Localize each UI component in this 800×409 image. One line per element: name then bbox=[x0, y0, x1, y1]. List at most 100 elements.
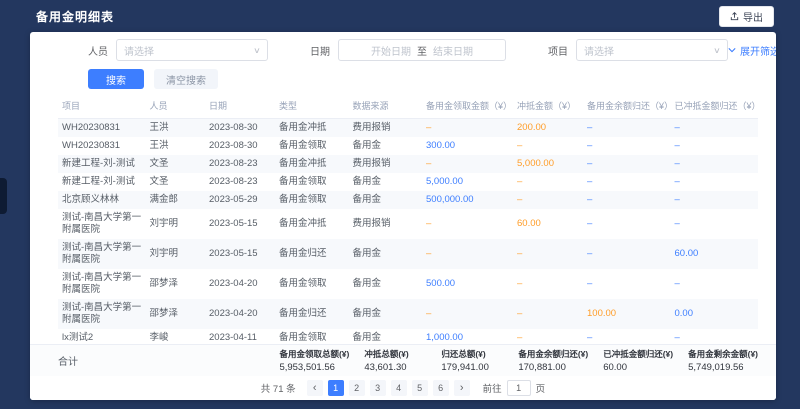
amount-cell: – bbox=[671, 269, 759, 299]
table-row[interactable]: 北京顾义林林满金郎2023-05-29备用金领取备用金500,000.00––– bbox=[58, 191, 758, 209]
cell: 费用报销 bbox=[349, 209, 423, 239]
table-row[interactable]: 测试-南昌大学第一附属医院刘宇明2023-05-15备用金归还备用金–––60.… bbox=[58, 239, 758, 269]
goto-page-input[interactable] bbox=[507, 380, 531, 396]
cell: 2023-04-20 bbox=[205, 299, 275, 329]
date-range-picker[interactable]: 开始日期 至 结束日期 bbox=[338, 39, 506, 61]
export-label: 导出 bbox=[743, 9, 763, 24]
page-button[interactable]: 4 bbox=[391, 380, 407, 396]
goto-page-suffix: 页 bbox=[536, 381, 546, 395]
amount-cell: – bbox=[583, 269, 671, 299]
amount-cell: – bbox=[671, 209, 759, 239]
column-header: 冲抵金额（¥） bbox=[513, 94, 583, 119]
data-table: 项目人员日期类型数据来源备用金领取金额（¥）冲抵金额（¥）备用金余额归还（¥）已… bbox=[58, 94, 758, 344]
amount-cell: – bbox=[583, 119, 671, 138]
page-button[interactable]: 5 bbox=[412, 380, 428, 396]
page-button[interactable]: 3 bbox=[370, 380, 386, 396]
person-select[interactable]: 请选择 ∨ bbox=[116, 39, 268, 61]
cell: 备用金冲抵 bbox=[275, 119, 349, 138]
project-select[interactable]: 请选择 ∨ bbox=[576, 39, 728, 61]
cell: 备用金 bbox=[349, 137, 423, 155]
project-filter-label: 项目 bbox=[548, 43, 568, 58]
date-separator: 至 bbox=[417, 43, 427, 58]
amount-cell: 300.00 bbox=[422, 137, 513, 155]
cell: 刘宇明 bbox=[146, 209, 206, 239]
clear-search-button[interactable]: 清空搜索 bbox=[154, 69, 218, 89]
cell: 2023-08-23 bbox=[205, 155, 275, 173]
filter-actions-row: 搜索 清空搜索 bbox=[88, 69, 760, 89]
table-row[interactable]: WH20230831王洪2023-08-30备用金冲抵费用报销–200.00–– bbox=[58, 119, 758, 138]
chevron-down-icon: ∨ bbox=[253, 46, 261, 55]
amount-cell: – bbox=[671, 329, 759, 344]
date-filter-label: 日期 bbox=[310, 43, 330, 58]
summary-items: 备用金领取总额(¥)5,953,501.56冲抵总额(¥)43,601.30归还… bbox=[279, 348, 758, 373]
table-body: WH20230831王洪2023-08-30备用金冲抵费用报销–200.00––… bbox=[58, 119, 758, 345]
project-filter: 项目 请选择 ∨ bbox=[548, 39, 728, 61]
filter-panel: 人员 请选择 ∨ 日期 开始日期 至 结束日期 项目 请选择 ∨ bbox=[30, 32, 776, 89]
table-row[interactable]: 测试-南昌大学第一附属医院邵梦泽2023-04-20备用金归还备用金––100.… bbox=[58, 299, 758, 329]
amount-cell: – bbox=[422, 209, 513, 239]
amount-cell: 1,000.00 bbox=[422, 329, 513, 344]
cell: 备用金 bbox=[349, 173, 423, 191]
cell: 备用金 bbox=[349, 299, 423, 329]
amount-cell: 500,000.00 bbox=[422, 191, 513, 209]
date-end-placeholder: 结束日期 bbox=[433, 43, 473, 58]
cell: lx测试2 bbox=[58, 329, 146, 344]
amount-cell: – bbox=[583, 173, 671, 191]
summary-item-value: 5,749,019.56 bbox=[688, 362, 758, 373]
summary-item: 备用金领取总额(¥) 5,953,501.56 bbox=[279, 348, 349, 373]
person-filter: 人员 请选择 ∨ bbox=[88, 39, 268, 61]
summary-item-value: 60.00 bbox=[603, 362, 673, 373]
expand-filters-label: 展开筛选 bbox=[740, 43, 776, 58]
table-row[interactable]: 测试-南昌大学第一附属医院刘宇明2023-05-15备用金冲抵费用报销–60.0… bbox=[58, 209, 758, 239]
prev-page-button[interactable]: ‹ bbox=[307, 380, 323, 396]
cell: 备用金 bbox=[349, 329, 423, 344]
project-select-placeholder: 请选择 bbox=[584, 43, 614, 58]
amount-cell: 60.00 bbox=[513, 209, 583, 239]
chevron-down-icon: ∨ bbox=[713, 46, 721, 55]
summary-item-label: 备用金领取总额(¥) bbox=[279, 348, 349, 360]
expand-filters-link[interactable]: 展开筛选 bbox=[728, 43, 776, 58]
amount-cell: – bbox=[671, 173, 759, 191]
filter-row: 人员 请选择 ∨ 日期 开始日期 至 结束日期 项目 请选择 ∨ bbox=[88, 39, 760, 61]
table-header-row: 项目人员日期类型数据来源备用金领取金额（¥）冲抵金额（¥）备用金余额归还（¥）已… bbox=[58, 94, 758, 119]
amount-cell: – bbox=[671, 137, 759, 155]
amount-cell: 60.00 bbox=[671, 239, 759, 269]
amount-cell: – bbox=[513, 299, 583, 329]
summary-item: 备用金余额归还(¥)170,881.00 bbox=[518, 348, 588, 373]
summary-item: 冲抵总额(¥)43,601.30 bbox=[364, 348, 426, 373]
amount-cell: – bbox=[583, 239, 671, 269]
page-button[interactable]: 1 bbox=[328, 380, 344, 396]
table-row[interactable]: WH20230831王洪2023-08-30备用金领取备用金300.00––– bbox=[58, 137, 758, 155]
amount-cell: – bbox=[583, 329, 671, 344]
export-button[interactable]: 导出 bbox=[719, 6, 774, 27]
summary-item-value: 5,953,501.56 bbox=[279, 362, 349, 373]
total-count-text: 共 71 条 bbox=[261, 381, 296, 395]
amount-cell: 0.00 bbox=[671, 299, 759, 329]
cell: 李峻 bbox=[146, 329, 206, 344]
page-button[interactable]: 6 bbox=[433, 380, 449, 396]
amount-cell: – bbox=[583, 191, 671, 209]
cell: 2023-05-29 bbox=[205, 191, 275, 209]
table-row[interactable]: lx测试2李峻2023-04-11备用金领取备用金1,000.00––– bbox=[58, 329, 758, 344]
cell: 文圣 bbox=[146, 155, 206, 173]
page-button[interactable]: 2 bbox=[349, 380, 365, 396]
amount-cell: – bbox=[671, 155, 759, 173]
amount-cell: 500.00 bbox=[422, 269, 513, 299]
cell: 测试-南昌大学第一附属医院 bbox=[58, 239, 146, 269]
sidebar-drawer-handle[interactable] bbox=[0, 178, 7, 214]
cell: 2023-05-15 bbox=[205, 209, 275, 239]
column-header: 人员 bbox=[146, 94, 206, 119]
amount-cell: – bbox=[513, 137, 583, 155]
amount-cell: – bbox=[513, 191, 583, 209]
summary-item-label: 冲抵总额(¥) bbox=[364, 348, 426, 360]
column-header: 数据来源 bbox=[349, 94, 423, 119]
amount-cell: – bbox=[583, 155, 671, 173]
search-button[interactable]: 搜索 bbox=[88, 69, 144, 89]
cell: WH20230831 bbox=[58, 137, 146, 155]
summary-item-value: 170,881.00 bbox=[518, 362, 588, 373]
cell: 新建工程-刘-测试 bbox=[58, 173, 146, 191]
next-page-button[interactable]: › bbox=[454, 380, 470, 396]
table-row[interactable]: 测试-南昌大学第一附属医院邵梦泽2023-04-20备用金领取备用金500.00… bbox=[58, 269, 758, 299]
table-row[interactable]: 新建工程-刘-测试文圣2023-08-23备用金领取备用金5,000.00––– bbox=[58, 173, 758, 191]
table-row[interactable]: 新建工程-刘-测试文圣2023-08-23备用金冲抵费用报销–5,000.00–… bbox=[58, 155, 758, 173]
